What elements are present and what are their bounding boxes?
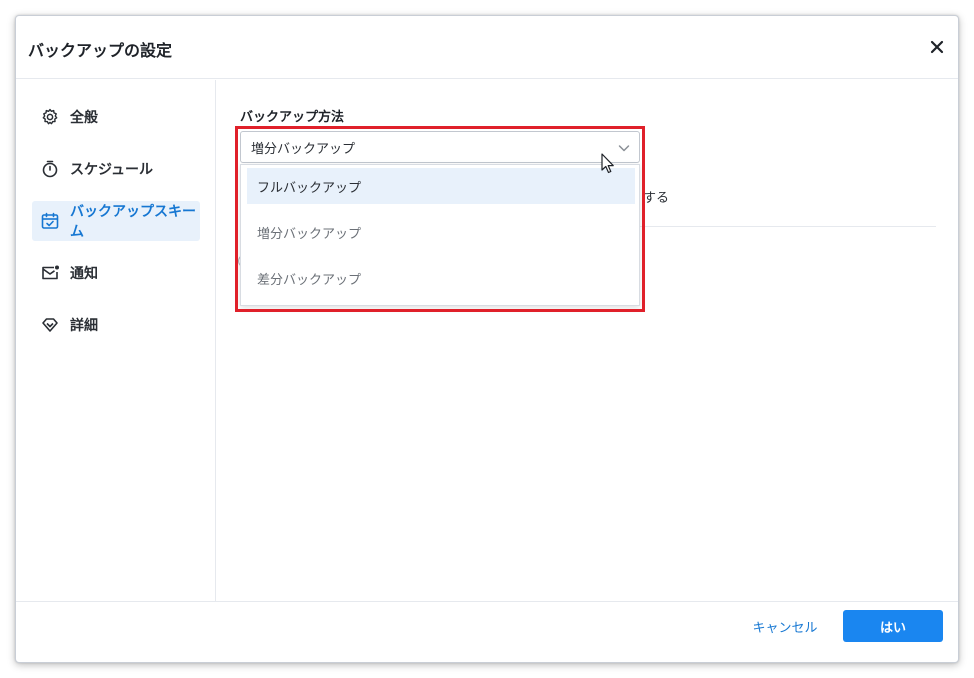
backup-method-dropdown: フルバックアップ 増分バックアップ 差分バックアップ — [240, 164, 640, 306]
gear-icon — [40, 107, 60, 127]
backup-method-label: バックアップ方法 — [240, 110, 345, 125]
sidebar-item-label: 通知 — [70, 266, 98, 282]
sidebar-item-details[interactable]: 詳細 — [32, 305, 200, 345]
sidebar-item-general[interactable]: 全般 — [32, 97, 200, 137]
chevron-down-icon — [617, 140, 631, 154]
dialog-titlebar: バックアップの設定 — [16, 16, 958, 79]
cancel-button[interactable]: キャンセル — [748, 610, 822, 642]
dialog-title: バックアップの設定 — [28, 41, 173, 60]
close-icon[interactable] — [928, 38, 946, 56]
settings-dialog: バックアップの設定 全般 スケジュール バックアップスキーム 通知 詳細 バック… — [15, 15, 959, 663]
sidebar: 全般 スケジュール バックアップスキーム 通知 詳細 — [16, 80, 216, 601]
mail-icon — [40, 263, 60, 283]
calendar-check-icon — [40, 211, 60, 231]
ok-button[interactable]: はい — [843, 610, 943, 642]
backup-method-select[interactable]: 増分バックアップ — [240, 131, 640, 163]
sidebar-item-notification[interactable]: 通知 — [32, 253, 200, 293]
option-full-backup[interactable]: フルバックアップ — [247, 168, 635, 204]
option-incremental-backup[interactable]: 増分バックアップ — [247, 214, 635, 250]
sidebar-item-schedule[interactable]: スケジュール — [32, 149, 200, 189]
sidebar-item-label: スケジュール — [70, 162, 154, 178]
sidebar-item-backup-scheme[interactable]: バックアップスキーム — [32, 201, 200, 241]
sidebar-item-label: 全般 — [70, 110, 98, 126]
main-content: バックアップ方法 増分バックアップ する フルバックアップ 増分バックアップ 差… — [216, 80, 958, 601]
select-value: 増分バックアップ — [251, 141, 356, 157]
option-differential-backup[interactable]: 差分バックアップ — [247, 260, 635, 296]
mouse-cursor-icon — [601, 153, 615, 175]
sidebar-item-label: 詳細 — [70, 318, 98, 334]
diamond-icon — [40, 315, 60, 335]
dialog-footer: キャンセル はい — [16, 601, 958, 662]
timer-icon — [40, 159, 60, 179]
sidebar-item-label: バックアップスキーム — [70, 204, 196, 240]
partial-option-text: する — [643, 191, 670, 206]
